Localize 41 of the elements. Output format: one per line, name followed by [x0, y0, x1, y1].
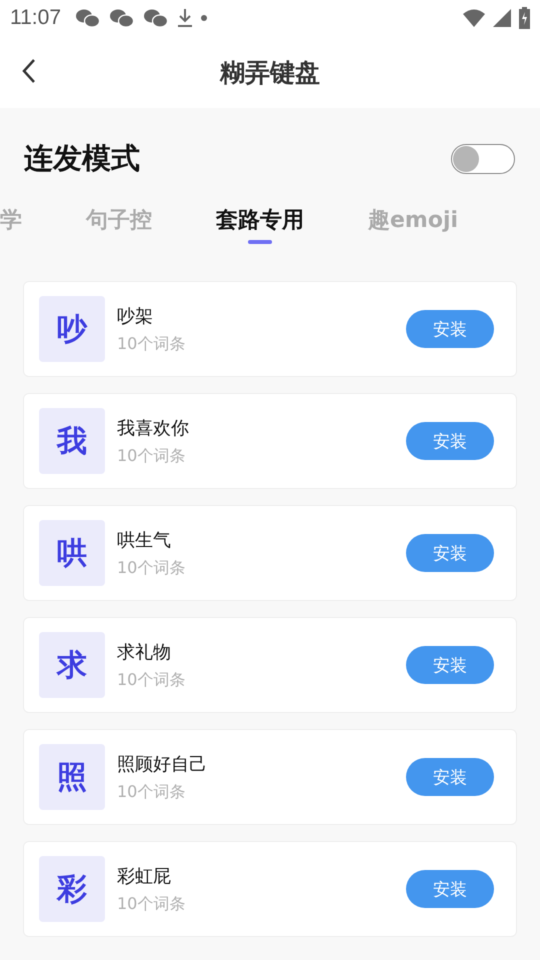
pack-count: 10个词条	[117, 782, 186, 802]
install-button[interactable]: 安装	[406, 534, 494, 572]
pack-count: 10个词条	[117, 334, 186, 354]
download-icon	[177, 8, 193, 28]
dot-icon	[201, 15, 207, 21]
pack-name: 求礼物	[117, 640, 172, 664]
install-button[interactable]: 安装	[406, 422, 494, 460]
toggle-switch[interactable]	[451, 144, 515, 174]
pack-glyph: 吵	[39, 296, 105, 362]
category-tab[interactable]: 趣emoji	[336, 192, 490, 248]
install-button[interactable]: 安装	[406, 758, 494, 796]
pack-name: 我喜欢你	[117, 416, 190, 440]
status-time: 11:07	[10, 6, 61, 30]
pack-count: 10个词条	[117, 558, 186, 578]
pack-count: 10个词条	[117, 894, 186, 914]
wifi-icon	[463, 9, 485, 27]
pack-name: 哄生气	[117, 528, 172, 552]
pack-name: 照顾好自己	[117, 752, 208, 776]
battery-icon	[519, 7, 530, 29]
page-title: 糊弄键盘	[220, 56, 320, 88]
chat-icon	[143, 8, 169, 28]
pack-glyph: 我	[39, 408, 105, 474]
pack-count: 10个词条	[117, 670, 186, 690]
pack-count: 10个词条	[117, 446, 186, 466]
category-tab[interactable]: 套路专用	[184, 192, 336, 248]
pack-name: 吵架	[117, 304, 154, 328]
install-button[interactable]: 安装	[406, 646, 494, 684]
chat-icon	[109, 8, 135, 28]
install-button[interactable]: 安装	[406, 870, 494, 908]
chat-icon	[75, 8, 101, 28]
back-icon[interactable]	[22, 58, 36, 84]
setting-label: 连发模式	[24, 140, 140, 177]
category-tab[interactable]: 句子控	[54, 192, 184, 248]
pack-glyph: 求	[39, 632, 105, 698]
pack-glyph: 哄	[39, 520, 105, 586]
pack-glyph: 照	[39, 744, 105, 810]
signal-icon	[493, 9, 511, 27]
pack-name: 彩虹屁	[117, 864, 172, 888]
pack-glyph: 彩	[39, 856, 105, 922]
category-tab[interactable]: 学	[0, 192, 54, 248]
install-button[interactable]: 安装	[406, 310, 494, 348]
